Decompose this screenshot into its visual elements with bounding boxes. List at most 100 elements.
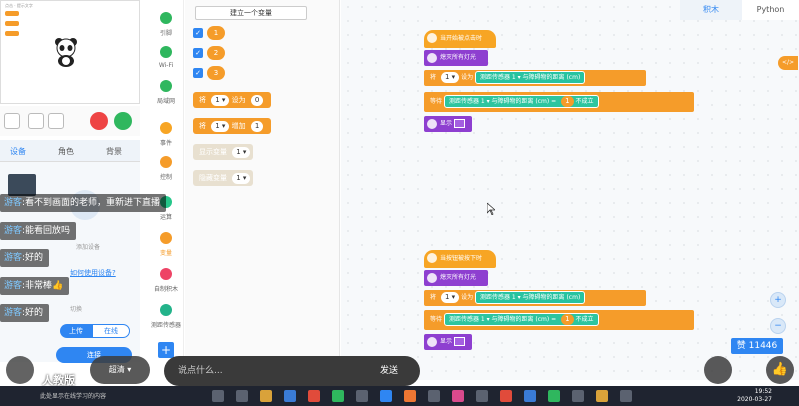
taskbar-app-icon[interactable] (572, 390, 584, 402)
taskbar-app-icon[interactable] (548, 390, 560, 402)
tab-backgrounds[interactable]: 背景 (106, 146, 122, 157)
taskbar-app-icon[interactable] (476, 390, 488, 402)
tab-devices[interactable]: 设备 (10, 146, 26, 157)
taskbar-app-icon[interactable] (596, 390, 608, 402)
zoom-in-icon[interactable]: + (770, 292, 786, 308)
variable-dropdown[interactable]: 1 ▾ (232, 173, 251, 184)
stage-controls (0, 106, 140, 136)
code-panel-toggle-icon[interactable]: </> (778, 56, 798, 70)
folder-icon[interactable] (260, 390, 272, 402)
variable-dropdown[interactable]: 1 ▾ (211, 95, 230, 106)
block-palette: 建立一个变量 ✓ 1 ✓ 2 ✓ 3 将 1 ▾ 设为 0 将 1 ▾ 增加 1… (185, 0, 340, 380)
stop-button[interactable] (90, 112, 108, 130)
help-link[interactable]: 如何使用设备? (70, 268, 116, 278)
taskbar-app-icon[interactable] (404, 390, 416, 402)
taskbar-app-icon[interactable] (428, 390, 440, 402)
category-variables[interactable]: 变量 (148, 232, 184, 257)
send-button[interactable]: 发送 (380, 356, 398, 386)
set-variable-block[interactable]: 将 1 ▾ 设为 0 (193, 92, 271, 108)
panda-sprite[interactable] (53, 37, 79, 67)
taskbar-app-icon[interactable] (620, 390, 632, 402)
thumbs-up-icon[interactable]: 👍 (766, 356, 794, 384)
tab-sprites[interactable]: 角色 (58, 146, 74, 157)
wait-until-block[interactable]: 等待 测距传感器 1 ▾ 与障碍物的距离 (cm) = 1 不成立 (424, 92, 694, 112)
variable-reporter[interactable]: 1 (207, 26, 225, 40)
taskbar-app-icon[interactable] (236, 390, 248, 402)
taskbar-caption: 此处显示在线学习的内容 (40, 393, 107, 400)
new-variable-button[interactable]: 建立一个变量 (195, 6, 307, 20)
lights-off-block[interactable]: 熄灭所有灯光 (424, 50, 488, 66)
category-wifi[interactable]: Wi-Fi (148, 46, 184, 69)
category-events[interactable]: 事件 (148, 122, 184, 147)
taskbar-app-icon[interactable] (380, 390, 392, 402)
variable-reporter[interactable]: 2 (207, 46, 225, 60)
category-my-blocks[interactable]: 自制积木 (148, 268, 184, 293)
device-thumbnail[interactable] (8, 174, 36, 196)
value-input[interactable]: 0 (250, 95, 264, 106)
category-control[interactable]: 控制 (148, 156, 184, 181)
taskbar-app-icon[interactable] (212, 390, 224, 402)
taskbar-app-icon[interactable] (500, 390, 512, 402)
link-icon[interactable] (704, 356, 732, 384)
stage[interactable]: 点击 · 提示文字 (0, 0, 140, 104)
upload-button[interactable]: 上传 (60, 324, 92, 338)
small-stage-icon[interactable] (28, 113, 44, 129)
display-block[interactable]: 显示 (424, 116, 472, 132)
windows-taskbar: 此处显示在线学习的内容 (0, 386, 799, 406)
value-input[interactable]: 1 (561, 96, 574, 107)
variable-reporter[interactable]: 3 (207, 66, 225, 80)
variable-checkbox[interactable]: ✓ (193, 28, 203, 38)
category-distance-sensor[interactable]: 测距传感器 (148, 304, 184, 329)
value-input[interactable]: 1 (250, 121, 264, 132)
set-variable-block[interactable]: 将 1 ▾ 设为 测距传感器 1 ▾ 与障碍物的距离 (cm) (424, 290, 646, 306)
block-text: 设为 (461, 74, 474, 81)
wait-until-block[interactable]: 等待 测距传感器 1 ▾ 与障碍物的距离 (cm) = 1 不成立 (424, 310, 694, 330)
block-text: 将 (199, 96, 206, 104)
change-variable-block[interactable]: 将 1 ▾ 增加 1 (193, 118, 271, 134)
category-lan[interactable]: 局域网 (148, 80, 184, 105)
taskbar-app-icon[interactable] (332, 390, 344, 402)
variable-dropdown[interactable]: 1 ▾ (440, 292, 460, 303)
large-stage-icon[interactable] (48, 113, 64, 129)
chat-user: 游客 (4, 308, 23, 318)
taskbar-app-icon[interactable] (524, 390, 536, 402)
set-variable-block[interactable]: 将 1 ▾ 设为 测距传感器 1 ▾ 与障碍物的距离 (cm) (424, 70, 646, 86)
variable-checkbox[interactable]: ✓ (193, 68, 203, 78)
distance-sensor-reporter[interactable]: 测距传感器 1 ▾ 与障碍物的距离 (cm) (449, 316, 549, 323)
taskbar-app-icon[interactable] (452, 390, 464, 402)
condition-boolean[interactable]: 测距传感器 1 ▾ 与障碍物的距离 (cm) = 1 不成立 (443, 313, 599, 326)
distance-sensor-reporter[interactable]: 测距传感器 1 ▾ 与障碍物的距离 (cm) (475, 71, 586, 84)
lights-off-block[interactable]: 熄灭所有灯光 (424, 270, 488, 286)
category-pins[interactable]: 引脚 (148, 12, 184, 37)
color-picker[interactable] (454, 119, 466, 128)
quality-selector[interactable]: 超清 ▾ (90, 356, 150, 384)
variable-checkbox[interactable]: ✓ (193, 48, 203, 58)
when-start-hat-block[interactable]: 当开始被点击时 (424, 30, 496, 48)
color-picker[interactable] (454, 337, 466, 346)
fullscreen-icon[interactable] (4, 113, 20, 129)
value-input[interactable]: 1 (561, 314, 574, 325)
add-extension-icon[interactable]: + (158, 342, 174, 358)
share-icon[interactable] (6, 356, 34, 384)
display-block[interactable]: 显示 (424, 334, 472, 350)
stage-variable-monitor (5, 11, 19, 16)
taskbar-app-icon[interactable] (356, 390, 368, 402)
condition-boolean[interactable]: 测距传感器 1 ▾ 与障碍物的距离 (cm) = 1 不成立 (443, 95, 599, 108)
zoom-out-icon[interactable]: − (770, 318, 786, 334)
tab-blocks[interactable]: 积木 (680, 0, 742, 20)
variable-dropdown[interactable]: 1 ▾ (232, 147, 251, 158)
variable-dropdown[interactable]: 1 ▾ (211, 121, 230, 132)
when-button-hat-block[interactable]: 当按钮被按下时 (424, 250, 496, 268)
distance-sensor-reporter[interactable]: 测距传感器 1 ▾ 与障碍物的距离 (cm) (449, 98, 549, 105)
distance-sensor-reporter[interactable]: 测距传感器 1 ▾ 与障碍物的距离 (cm) (475, 291, 586, 304)
variable-dropdown[interactable]: 1 ▾ (440, 72, 460, 83)
green-flag-button[interactable] (114, 112, 132, 130)
chat-message: 游客:能看回放吗 (0, 222, 77, 240)
show-variable-block[interactable]: 显示变量 1 ▾ (193, 144, 253, 160)
tab-python[interactable]: Python (742, 0, 799, 20)
hide-variable-block[interactable]: 隐藏变量 1 ▾ (193, 170, 253, 186)
taskbar-app-icon[interactable] (284, 390, 296, 402)
taskbar-app-icon[interactable] (308, 390, 320, 402)
online-button[interactable]: 在线 (92, 324, 130, 338)
block-text: 熄灭所有灯光 (440, 274, 477, 281)
